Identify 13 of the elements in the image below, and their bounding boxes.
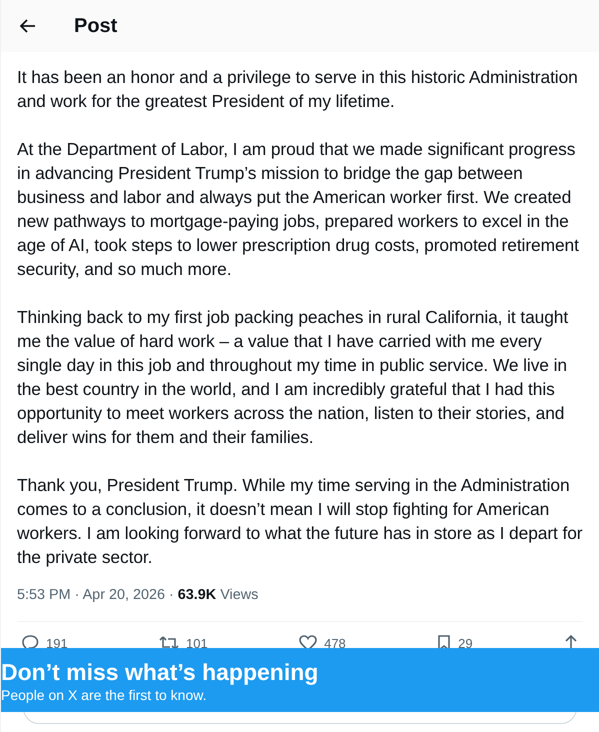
post-paragraph: At the Department of Labor, I am proud that we made significant progress in advancing President Trump’s mission to bridge the gap between business and labor and always put the American worker first. We created new pathways to mortgage-paying jobs, prepared workers to excel in the age of AI, took steps to lower prescription drug costs, promoted retirement security, and so much more.: [17, 138, 580, 281]
reply-button[interactable]: 191: [21, 634, 68, 652]
banner-subtitle: People on X are the first to know.: [1, 686, 208, 704]
bookmark-button[interactable]: 29: [436, 634, 473, 652]
page-title: Post: [74, 14, 118, 38]
post-paragraph: It has been an honor and a privilege to serve in this historic Administration and work for the greatest President of my lifetime.: [17, 66, 579, 113]
post-paragraph: Thank you, President Trump. While my time serving in the Administration comes to a conclusion, it doesn’t mean I will stop fighting for American workers. I am looking forward to what the future has in store as I depart for the private sector.: [17, 474, 584, 569]
like-button[interactable]: 478: [298, 634, 346, 652]
post-paragraph: Thinking back to my first job packing peaches in rural California, it taught me the value of hard work – a value that I have carried with me every single day in this job and throughout my time in public service. We live in the best country in the world, and I am incredibly grateful that I had this opportunity to meet workers across the nation, listen to their stories, and deliver wins for them and their families.: [17, 306, 570, 449]
banner-title: Don’t miss what’s happening: [1, 658, 320, 686]
repost-button[interactable]: 101: [158, 634, 208, 652]
back-arrow-icon: [19, 18, 37, 34]
post-timestamp: 5:53 PM · Apr 20, 2026 · 63.9K Views: [17, 586, 260, 605]
